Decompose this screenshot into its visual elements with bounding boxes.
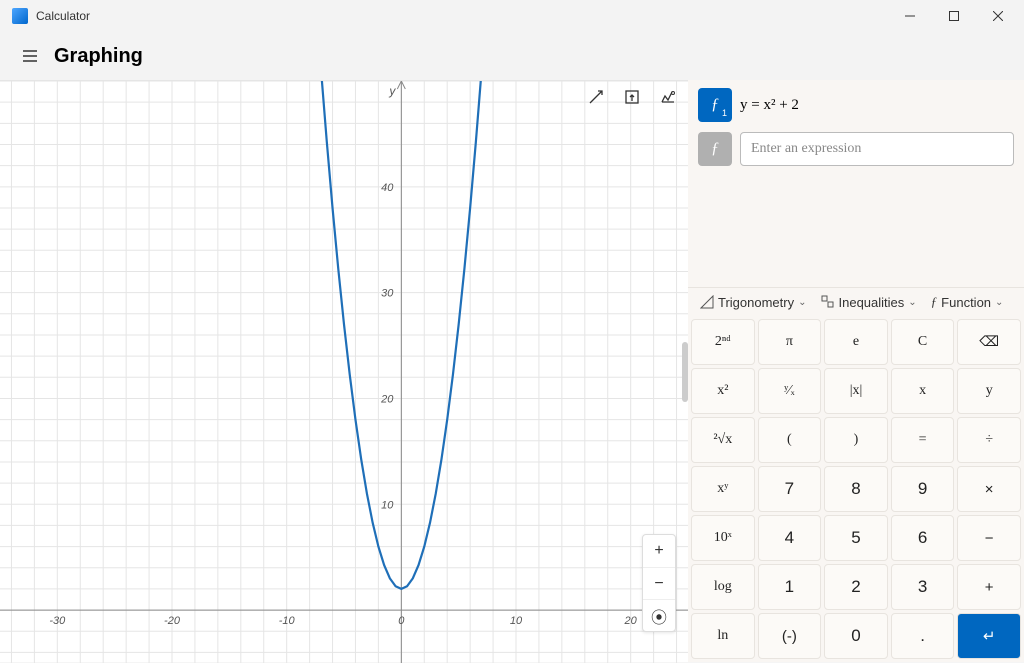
trigonometry-label: Trigonometry <box>718 295 794 310</box>
key-[interactable]: ʸ⁄ₓ <box>758 368 822 414</box>
key-[interactable]: (-) <box>758 613 822 659</box>
key-x[interactable]: x² <box>691 368 755 414</box>
key-5[interactable]: 5 <box>824 515 888 561</box>
key-2[interactable]: 2ⁿᵈ <box>691 319 755 365</box>
zoom-fit-button[interactable]: ⦿ <box>643 599 675 631</box>
key-0[interactable]: 0 <box>824 613 888 659</box>
key-[interactable]: ↵ <box>957 613 1021 659</box>
scroll-indicator <box>682 342 688 402</box>
chevron-down-icon: ⌄ <box>798 297 806 308</box>
zoom-out-button[interactable]: − <box>643 567 675 599</box>
expression-input[interactable] <box>740 132 1014 166</box>
key-8[interactable]: 8 <box>824 466 888 512</box>
key-[interactable]: π <box>758 319 822 365</box>
key-[interactable]: ) <box>824 417 888 463</box>
chevron-down-icon: ⌄ <box>908 297 916 308</box>
svg-text:-30: -30 <box>49 615 66 627</box>
key-x[interactable]: |x| <box>824 368 888 414</box>
function-row-1[interactable]: ƒ1 y = x² + 2 <box>698 88 1014 122</box>
key-9[interactable]: 9 <box>891 466 955 512</box>
svg-text:y: y <box>388 84 396 98</box>
maximize-button[interactable] <box>932 0 976 32</box>
svg-text:-10: -10 <box>279 615 296 627</box>
function-expression-1: y = x² + 2 <box>740 88 799 122</box>
trace-icon[interactable] <box>586 87 606 107</box>
key-6[interactable]: 6 <box>891 515 955 561</box>
share-icon[interactable] <box>622 87 642 107</box>
svg-text:40: 40 <box>381 182 394 194</box>
svg-text:10: 10 <box>510 615 523 627</box>
key-e[interactable]: e <box>824 319 888 365</box>
key-10[interactable]: 10ˣ <box>691 515 755 561</box>
svg-text:20: 20 <box>380 393 394 405</box>
app-icon <box>12 8 28 24</box>
trigonometry-dropdown[interactable]: Trigonometry ⌄ <box>700 295 807 310</box>
svg-text:0: 0 <box>398 615 405 627</box>
graph-options-icon[interactable] <box>658 87 678 107</box>
app-title: Calculator <box>36 9 90 23</box>
key-[interactable]: = <box>891 417 955 463</box>
menu-button[interactable] <box>10 36 50 76</box>
minimize-button[interactable] <box>888 0 932 32</box>
key-7[interactable]: 7 <box>758 466 822 512</box>
key-2[interactable]: 2 <box>824 564 888 610</box>
key-[interactable]: ( <box>758 417 822 463</box>
key-log[interactable]: log <box>691 564 755 610</box>
svg-text:20: 20 <box>624 615 638 627</box>
key-[interactable]: + <box>957 564 1021 610</box>
zoom-in-button[interactable]: + <box>643 535 675 567</box>
key-x[interactable]: xʸ <box>691 466 755 512</box>
chevron-down-icon: ⌄ <box>995 297 1003 308</box>
svg-text:30: 30 <box>381 288 394 300</box>
key-ln[interactable]: ln <box>691 613 755 659</box>
function-row-new[interactable]: ƒ <box>698 132 1014 166</box>
function-badge-1: ƒ1 <box>698 88 732 122</box>
key-[interactable]: × <box>957 466 1021 512</box>
svg-text:10: 10 <box>381 499 394 511</box>
mode-title: Graphing <box>54 45 143 68</box>
key-c[interactable]: C <box>891 319 955 365</box>
function-label: Function <box>941 295 991 310</box>
key-[interactable]: ⌫ <box>957 319 1021 365</box>
key-4[interactable]: 4 <box>758 515 822 561</box>
key-[interactable]: − <box>957 515 1021 561</box>
key-[interactable]: ÷ <box>957 417 1021 463</box>
function-dropdown[interactable]: ƒ Function ⌄ <box>931 294 1004 310</box>
inequalities-label: Inequalities <box>839 295 905 310</box>
key-3[interactable]: 3 <box>891 564 955 610</box>
key-1[interactable]: 1 <box>758 564 822 610</box>
key-y[interactable]: y <box>957 368 1021 414</box>
close-button[interactable] <box>976 0 1020 32</box>
function-badge-new: ƒ <box>698 132 732 166</box>
graph-canvas[interactable]: -30 -20 -10 0 10 20 10 20 30 40 y + − ⦿ <box>0 80 688 662</box>
key-x[interactable]: ²√x <box>691 417 755 463</box>
key-x[interactable]: x <box>891 368 955 414</box>
svg-text:-20: -20 <box>164 615 181 627</box>
key-[interactable]: . <box>891 613 955 659</box>
inequalities-dropdown[interactable]: Inequalities ⌄ <box>821 295 917 310</box>
